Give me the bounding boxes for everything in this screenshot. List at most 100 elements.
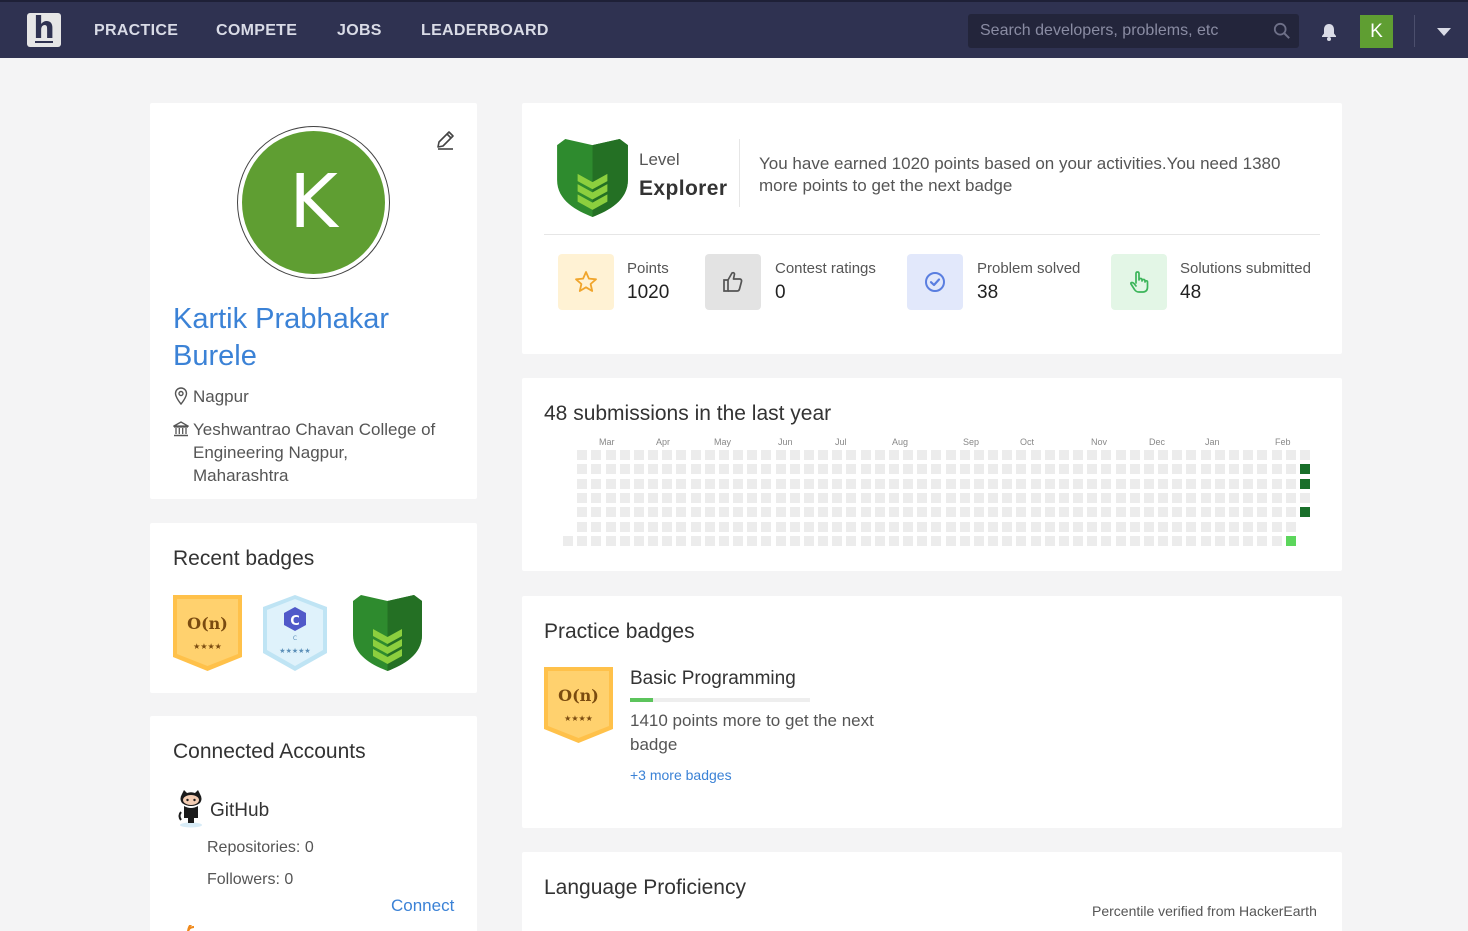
heatmap-cell[interactable] (577, 493, 587, 503)
heatmap-cell[interactable] (903, 522, 913, 532)
heatmap-cell[interactable] (662, 536, 672, 546)
bell-icon[interactable] (1319, 22, 1339, 42)
heatmap-cell[interactable] (960, 464, 970, 474)
heatmap-cell[interactable] (1172, 450, 1182, 460)
heatmap-cell[interactable] (747, 507, 757, 517)
heatmap-cell[interactable] (634, 536, 644, 546)
heatmap-cell[interactable] (591, 507, 601, 517)
heatmap-cell[interactable] (1300, 464, 1310, 474)
heatmap-cell[interactable] (1116, 450, 1126, 460)
heatmap-cell[interactable] (1130, 479, 1140, 489)
heatmap-cell[interactable] (719, 479, 729, 489)
heatmap-cell[interactable] (747, 464, 757, 474)
heatmap-cell[interactable] (676, 479, 686, 489)
heatmap-cell[interactable] (974, 522, 984, 532)
heatmap-cell[interactable] (1116, 464, 1126, 474)
heatmap-cell[interactable] (662, 479, 672, 489)
heatmap-cell[interactable] (606, 450, 616, 460)
heatmap-cell[interactable] (634, 464, 644, 474)
heatmap-cell[interactable] (818, 450, 828, 460)
heatmap-cell[interactable] (1158, 479, 1168, 489)
heatmap-cell[interactable] (917, 507, 927, 517)
heatmap-cell[interactable] (1059, 507, 1069, 517)
heatmap-cell[interactable] (1215, 507, 1225, 517)
heatmap-cell[interactable] (818, 479, 828, 489)
heatmap-cell[interactable] (1116, 493, 1126, 503)
heatmap-cell[interactable] (931, 479, 941, 489)
heatmap-cell[interactable] (960, 522, 970, 532)
heatmap-cell[interactable] (1243, 536, 1253, 546)
heatmap-cell[interactable] (875, 522, 885, 532)
heatmap-cell[interactable] (1101, 493, 1111, 503)
heatmap-cell[interactable] (917, 522, 927, 532)
heatmap-cell[interactable] (988, 450, 998, 460)
heatmap-cell[interactable] (1087, 464, 1097, 474)
heatmap-cell[interactable] (1073, 450, 1083, 460)
heatmap-cell[interactable] (804, 507, 814, 517)
heatmap-cell[interactable] (988, 464, 998, 474)
heatmap-cell[interactable] (875, 464, 885, 474)
heatmap-cell[interactable] (719, 493, 729, 503)
heatmap-cell[interactable] (875, 536, 885, 546)
heatmap-cell[interactable] (1059, 522, 1069, 532)
heatmap-cell[interactable] (634, 450, 644, 460)
heatmap-cell[interactable] (818, 522, 828, 532)
heatmap-cell[interactable] (1172, 522, 1182, 532)
heatmap-cell[interactable] (917, 536, 927, 546)
heatmap-cell[interactable] (1016, 507, 1026, 517)
heatmap-cell[interactable] (1002, 522, 1012, 532)
heatmap-cell[interactable] (846, 479, 856, 489)
heatmap-cell[interactable] (931, 464, 941, 474)
heatmap-cell[interactable] (832, 493, 842, 503)
heatmap-cell[interactable] (790, 536, 800, 546)
heatmap-cell[interactable] (606, 536, 616, 546)
heatmap-cell[interactable] (1059, 493, 1069, 503)
heatmap-cell[interactable] (1059, 536, 1069, 546)
heatmap-cell[interactable] (875, 450, 885, 460)
heatmap-cell[interactable] (1243, 507, 1253, 517)
heatmap-cell[interactable] (832, 450, 842, 460)
heatmap-cell[interactable] (705, 479, 715, 489)
heatmap-cell[interactable] (946, 536, 956, 546)
heatmap-cell[interactable] (1186, 450, 1196, 460)
heatmap-cell[interactable] (620, 507, 630, 517)
heatmap-cell[interactable] (1229, 536, 1239, 546)
heatmap-cell[interactable] (1016, 522, 1026, 532)
heatmap-cell[interactable] (1172, 479, 1182, 489)
heatmap-cell[interactable] (1073, 464, 1083, 474)
c-language-badge-icon[interactable]: C C ★★★★★ (263, 595, 327, 671)
heatmap-cell[interactable] (733, 479, 743, 489)
heatmap-cell[interactable] (1300, 493, 1310, 503)
heatmap-cell[interactable] (1272, 536, 1282, 546)
heatmap-cell[interactable] (776, 493, 786, 503)
heatmap-cell[interactable] (1130, 536, 1140, 546)
heatmap-cell[interactable] (620, 479, 630, 489)
o-n-gold-badge-icon[interactable]: O(n) ★★★★ (544, 667, 613, 743)
heatmap-cell[interactable] (1158, 464, 1168, 474)
heatmap-cell[interactable] (676, 450, 686, 460)
heatmap-cell[interactable] (591, 536, 601, 546)
heatmap-cell[interactable] (1002, 536, 1012, 546)
heatmap-cell[interactable] (1016, 493, 1026, 503)
heatmap-cell[interactable] (917, 479, 927, 489)
heatmap-cell[interactable] (620, 522, 630, 532)
heatmap-cell[interactable] (931, 507, 941, 517)
heatmap-cell[interactable] (563, 536, 573, 546)
heatmap-cell[interactable] (861, 479, 871, 489)
heatmap-cell[interactable] (903, 479, 913, 489)
heatmap-cell[interactable] (761, 522, 771, 532)
heatmap-cell[interactable] (960, 479, 970, 489)
heatmap-cell[interactable] (776, 450, 786, 460)
heatmap-cell[interactable] (931, 522, 941, 532)
heatmap-cell[interactable] (733, 536, 743, 546)
heatmap-cell[interactable] (1286, 450, 1296, 460)
heatmap-cell[interactable] (818, 536, 828, 546)
heatmap-cell[interactable] (1116, 522, 1126, 532)
heatmap-cell[interactable] (1130, 522, 1140, 532)
heatmap-cell[interactable] (1045, 507, 1055, 517)
heatmap-cell[interactable] (861, 450, 871, 460)
heatmap-cell[interactable] (846, 507, 856, 517)
explorer-shield-badge-icon[interactable] (353, 595, 422, 671)
heatmap-cell[interactable] (1045, 479, 1055, 489)
heatmap-cell[interactable] (1002, 450, 1012, 460)
